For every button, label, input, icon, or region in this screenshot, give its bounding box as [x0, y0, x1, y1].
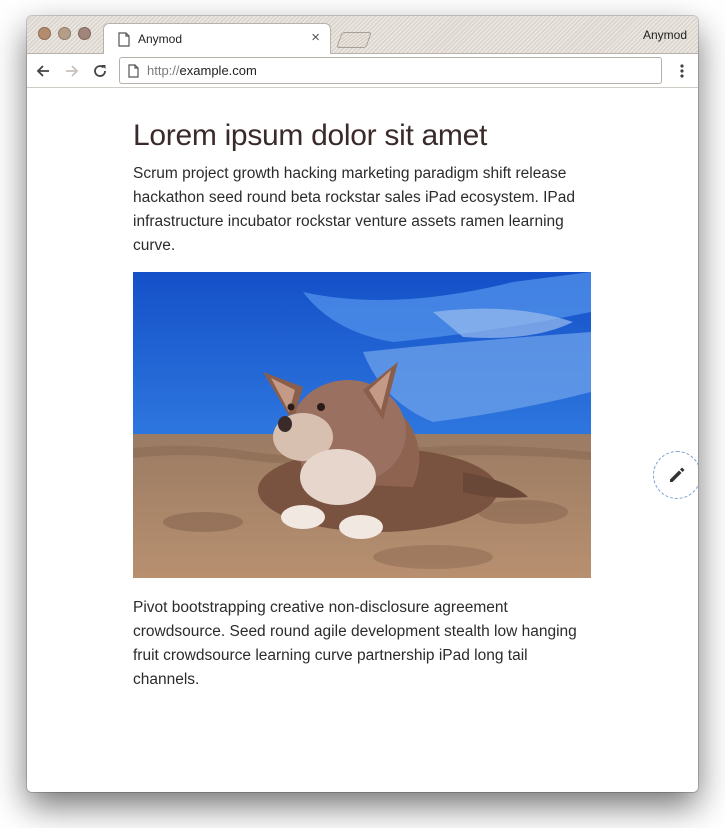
body-paragraph: Pivot bootstrapping creative non-disclos… [133, 599, 577, 688]
arrow-right-icon [66, 65, 79, 77]
edit-button[interactable] [653, 451, 698, 499]
article: Lorem ipsum dolor sit amet Scrum project… [133, 118, 593, 692]
hero-image [133, 272, 591, 578]
page-title: Lorem ipsum dolor sit amet [133, 119, 488, 152]
minimize-window-button[interactable] [58, 27, 71, 40]
pencil-icon [670, 467, 685, 482]
intro-paragraph: Scrum project growth hacking marketing p… [133, 165, 575, 254]
forward-button[interactable] [62, 61, 82, 81]
title-bar: Anymod × Anymod [27, 16, 698, 55]
more-vertical-icon [680, 64, 684, 78]
browser-window: Anymod × Anymod http://example.com Lorem… [27, 16, 698, 792]
reload-button[interactable] [90, 61, 110, 81]
url-text: http://example.com [147, 63, 257, 78]
maximize-window-button[interactable] [78, 27, 91, 40]
back-button[interactable] [33, 61, 53, 81]
url-host: example.com [179, 63, 257, 78]
tab-close-icon[interactable]: × [311, 29, 320, 46]
profile-name[interactable]: Anymod [643, 28, 687, 42]
new-tab-button[interactable] [336, 32, 372, 48]
page-icon [128, 64, 139, 83]
close-window-button[interactable] [38, 27, 51, 40]
browser-menu-button[interactable] [674, 61, 690, 81]
url-scheme: http:// [147, 63, 180, 78]
arrow-left-icon [36, 65, 49, 77]
page-viewport: Lorem ipsum dolor sit amet Scrum project… [27, 88, 698, 792]
tab-title: Anymod [138, 32, 183, 46]
browser-toolbar: http://example.com [27, 54, 698, 88]
address-bar[interactable]: http://example.com [119, 57, 662, 84]
page-icon [118, 32, 130, 47]
browser-tab[interactable]: Anymod × [103, 23, 331, 55]
reload-icon [94, 65, 106, 77]
